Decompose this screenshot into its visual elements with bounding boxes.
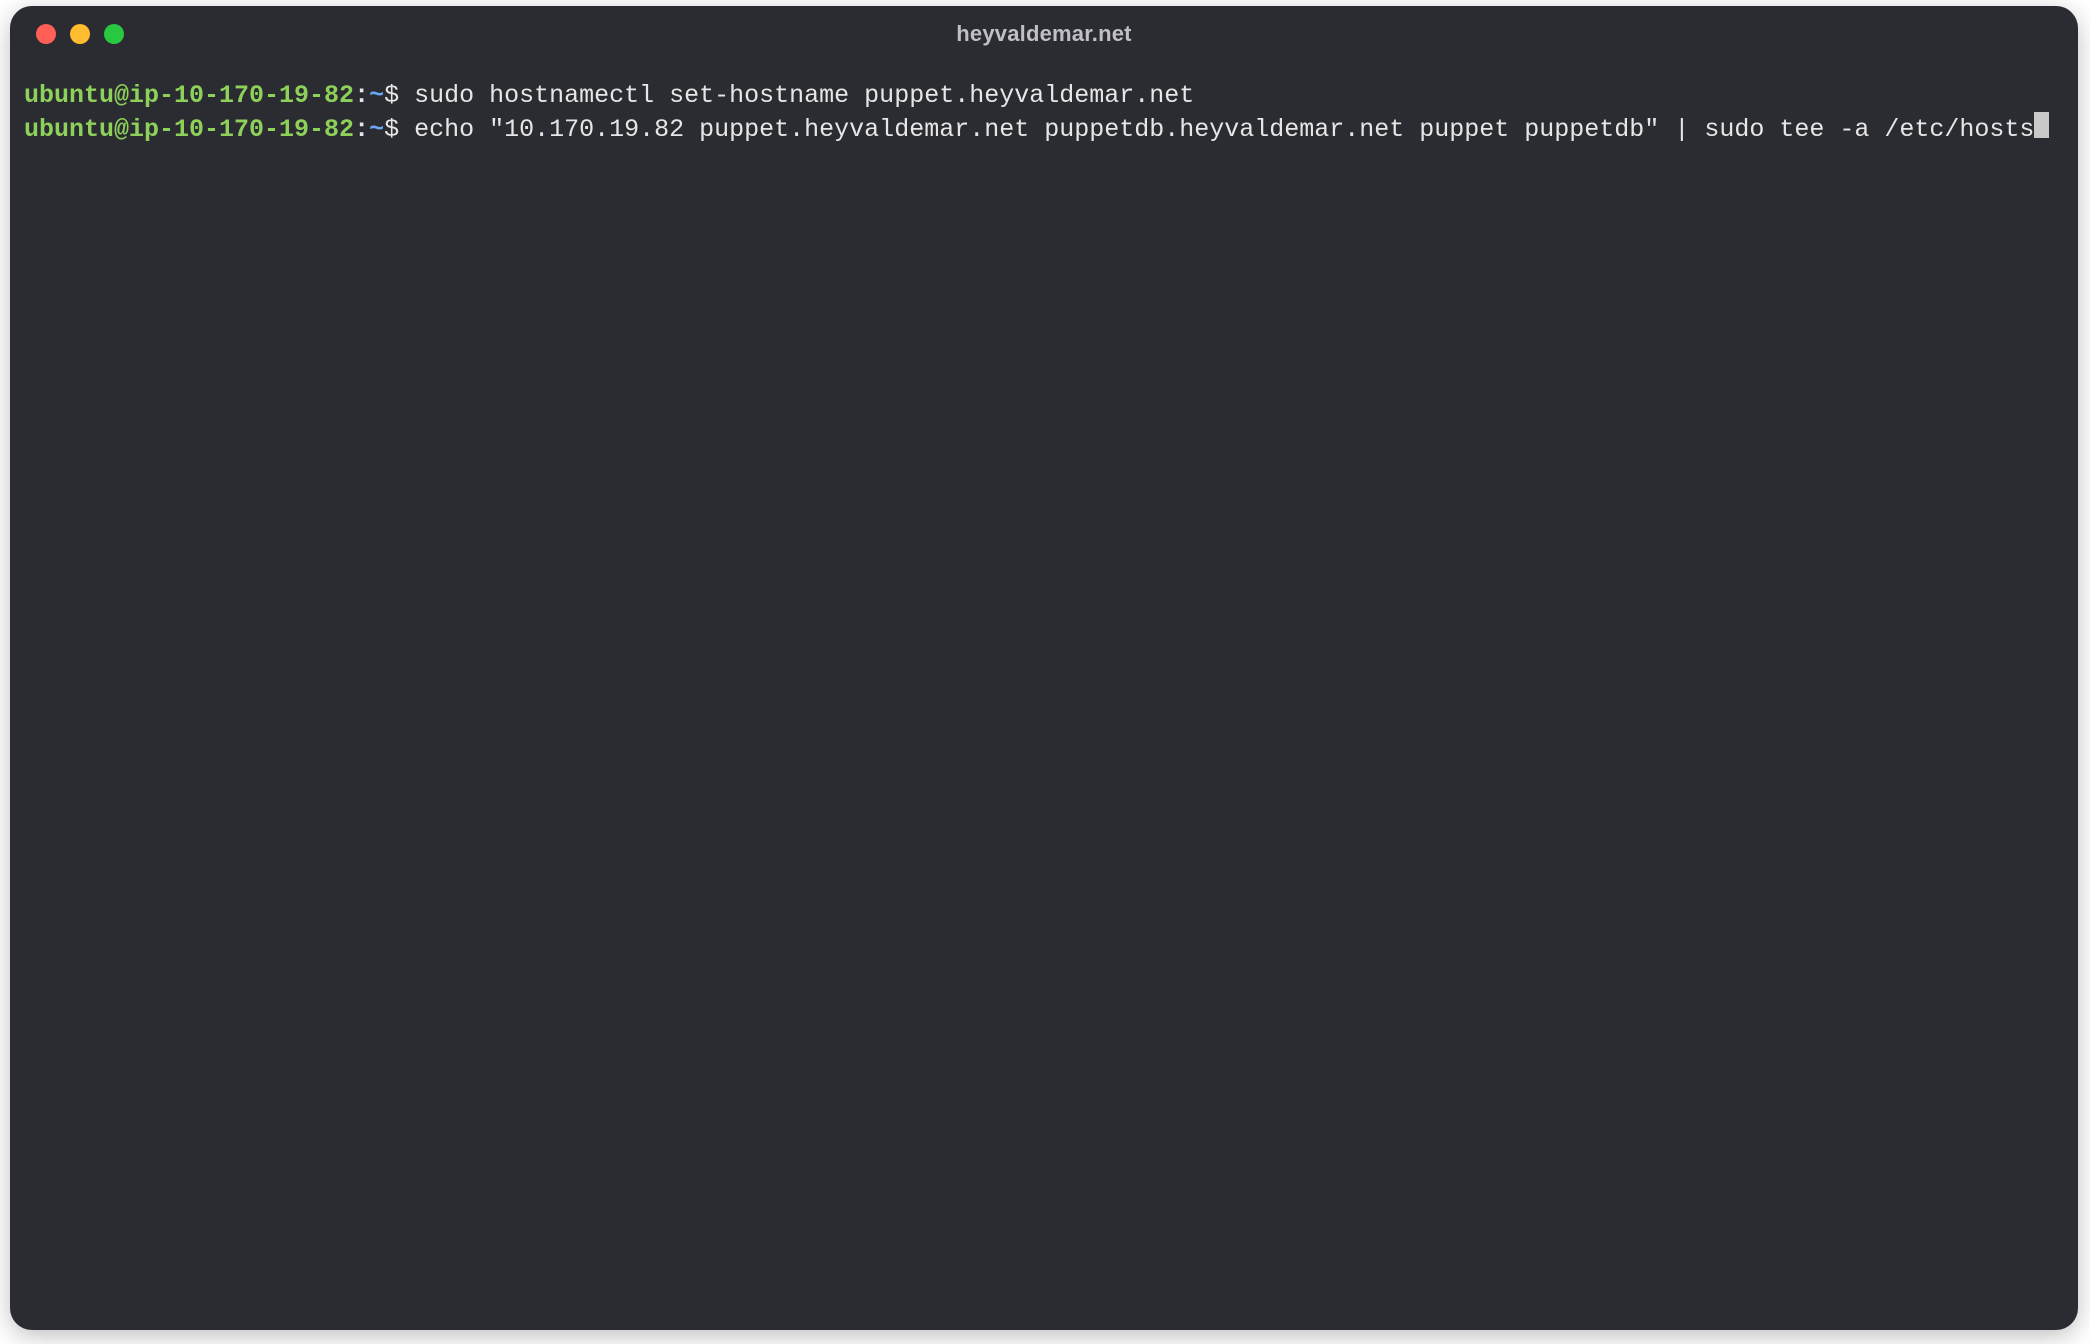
minimize-icon[interactable]	[70, 24, 90, 44]
prompt-path: ~	[369, 81, 384, 110]
zoom-icon[interactable]	[104, 24, 124, 44]
prompt-sep: :	[354, 115, 369, 144]
terminal-body[interactable]: ubuntu@ip-10-170-19-82:~$ sudo hostnamec…	[10, 62, 2078, 1330]
prompt-dollar: $	[384, 115, 414, 144]
prompt-path: ~	[369, 115, 384, 144]
prompt-user: ubuntu@ip-10-170-19-82	[24, 115, 354, 144]
terminal-window: heyvaldemar.net ubuntu@ip-10-170-19-82:~…	[10, 6, 2078, 1330]
prompt-sep: :	[354, 81, 369, 110]
prompt-user: ubuntu@ip-10-170-19-82	[24, 81, 354, 110]
titlebar: heyvaldemar.net	[10, 6, 2078, 62]
cursor-icon	[2034, 112, 2049, 138]
prompt-dollar: $	[384, 81, 414, 110]
command-text: echo "10.170.19.82 puppet.heyvaldemar.ne…	[414, 115, 2034, 144]
terminal-line: ubuntu@ip-10-170-19-82:~$ echo "10.170.1…	[24, 115, 2049, 144]
command-text: sudo hostnamectl set-hostname puppet.hey…	[414, 81, 1194, 110]
terminal-line: ubuntu@ip-10-170-19-82:~$ sudo hostnamec…	[24, 81, 1194, 110]
close-icon[interactable]	[36, 24, 56, 44]
traffic-lights	[36, 24, 124, 44]
window-title: heyvaldemar.net	[956, 21, 1131, 47]
